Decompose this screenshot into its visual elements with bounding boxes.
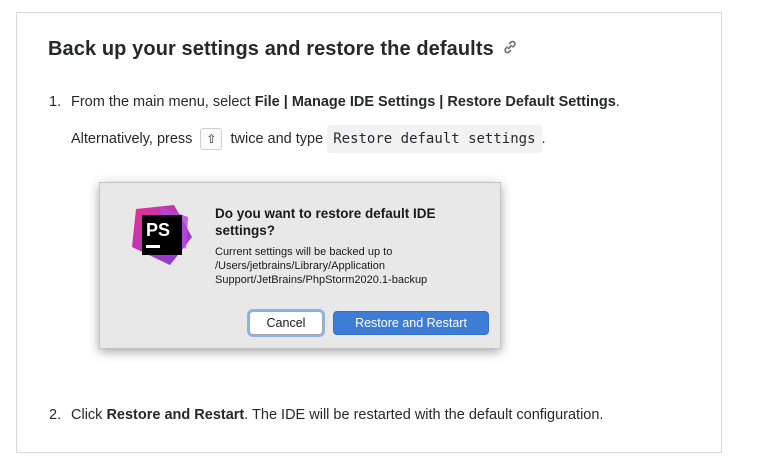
step-1-text: From the main menu, select File | Manage… bbox=[71, 94, 620, 110]
link-icon[interactable] bbox=[502, 38, 518, 61]
step-2-action: Restore and Restart bbox=[106, 407, 245, 423]
page-heading: Back up your settings and restore the de… bbox=[48, 38, 518, 61]
action-code: Restore default settings bbox=[327, 125, 542, 153]
step-1-menu-path: File | Manage IDE Settings | Restore Def… bbox=[254, 94, 616, 110]
step-1-number: 1. bbox=[49, 94, 62, 110]
heading-text: Back up your settings and restore the de… bbox=[48, 38, 494, 60]
step-2-suffix: . The IDE will be restarted with the def… bbox=[244, 407, 604, 423]
logo-text: PS bbox=[146, 220, 170, 240]
step-2-number: 2. bbox=[49, 407, 62, 423]
step-2-text: Click Restore and Restart. The IDE will … bbox=[71, 407, 603, 423]
alternative-prefix: Alternatively, press bbox=[71, 130, 193, 147]
step-2-prefix: Click bbox=[71, 407, 107, 423]
alternative-line: Alternatively, press ⇧ twice and type Re… bbox=[71, 125, 546, 153]
step-1-prefix: From the main menu, select bbox=[71, 94, 255, 110]
dialog-title: Do you want to restore default IDE setti… bbox=[215, 206, 436, 238]
alternative-middle: twice and type bbox=[230, 130, 324, 147]
alternative-suffix: . bbox=[541, 130, 546, 147]
dialog-message: Current settings will be backed up to /U… bbox=[215, 246, 428, 286]
step-1-suffix: . bbox=[615, 94, 620, 110]
restore-and-restart-button[interactable]: Restore and Restart bbox=[333, 311, 489, 335]
restore-dialog-screenshot: PS Do you want to restore default IDE se… bbox=[99, 182, 501, 349]
phpstorm-logo-icon: PS bbox=[130, 203, 194, 267]
cancel-button[interactable]: Cancel bbox=[249, 311, 323, 335]
shift-key-icon: ⇧ bbox=[200, 128, 223, 150]
